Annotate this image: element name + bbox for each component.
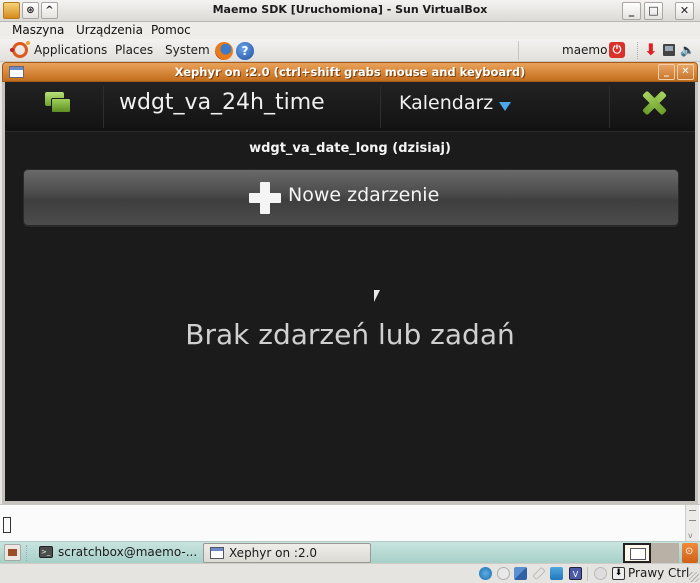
plus-icon: [249, 182, 281, 214]
scroll-down-icon[interactable]: v: [688, 531, 693, 540]
network-icon[interactable]: [663, 44, 675, 56]
show-desktop-button[interactable]: [4, 544, 21, 561]
update-notifier-icon[interactable]: ⬇: [643, 41, 659, 60]
new-event-button[interactable]: Nowe zdarzenie: [23, 169, 679, 226]
vbox-window-controls: _ □ ✕: [622, 2, 694, 20]
taskbar-item-terminal[interactable]: scratchbox@maemo-...: [33, 543, 198, 563]
shared-folders-icon[interactable]: [550, 567, 563, 580]
vbox-window-title: Maemo SDK [Uruchomiona] - Sun VirtualBox: [212, 3, 488, 16]
view-menu-button[interactable]: Kalendarz: [399, 92, 493, 114]
resize-grip[interactable]: [689, 572, 699, 582]
hard-disk-icon[interactable]: [479, 567, 492, 580]
minimize-button[interactable]: _: [622, 2, 641, 20]
workspace-switcher: [623, 543, 679, 563]
xephyr-close-button[interactable]: ✕: [677, 64, 694, 80]
workspace-2[interactable]: [651, 543, 679, 563]
date-label: wdgt_va_date_long (dzisiaj): [249, 141, 451, 156]
close-button[interactable]: ✕: [675, 2, 694, 20]
terminal-icon: [39, 543, 53, 562]
host-key-icon[interactable]: ⬇: [612, 567, 625, 580]
menu-urzadzenia[interactable]: Urządzenia: [76, 23, 143, 37]
task-label: scratchbox@maemo-...: [58, 545, 198, 559]
taskbar-handle[interactable]: [26, 545, 27, 561]
maximize-button[interactable]: □: [644, 2, 663, 20]
usb-icon[interactable]: [532, 566, 546, 581]
places-menu[interactable]: Places: [115, 43, 153, 57]
statusbar-separator: [587, 567, 588, 581]
power-icon[interactable]: ⏻: [609, 42, 625, 58]
terminal-cursor: [3, 517, 11, 533]
trash-icon[interactable]: [682, 543, 698, 563]
xephyr-window-controls: _ ✕: [658, 64, 694, 80]
menu-pomoc[interactable]: Pomoc: [151, 23, 191, 37]
network-adapter-icon[interactable]: [514, 567, 527, 580]
maemo-calendar-app: wdgt_va_24h_time Kalendarz wdgt_va_date_…: [2, 82, 698, 504]
terminal-area[interactable]: v: [0, 504, 700, 542]
help-launcher-icon[interactable]: ?: [236, 42, 254, 60]
xephyr-window: Xephyr on :2.0 (ctrl+shift grabs mouse a…: [0, 62, 700, 504]
new-event-label: Nowe zdarzenie: [288, 184, 440, 206]
firefox-launcher-icon[interactable]: [215, 42, 233, 60]
xephyr-titlebar[interactable]: Xephyr on :2.0 (ctrl+shift grabs mouse a…: [2, 62, 698, 82]
terminal-scrollbar[interactable]: v: [685, 505, 699, 542]
header-separator: [380, 86, 381, 128]
empty-state-message: Brak zdarzeń lub zadań: [185, 318, 515, 351]
mouse-integration-icon[interactable]: [594, 567, 607, 580]
header-title[interactable]: wdgt_va_24h_time: [119, 90, 325, 115]
virtualization-icon[interactable]: V: [569, 567, 582, 580]
vbox-statusbar: V ⬇ Prawy Ctrl: [0, 563, 700, 583]
menu-maszyna[interactable]: Maszyna: [12, 23, 64, 37]
workspace-1[interactable]: [623, 543, 651, 563]
scrollbar-grip[interactable]: [689, 510, 696, 521]
system-menu[interactable]: System: [165, 43, 210, 57]
host-key-label: Prawy Ctrl: [628, 566, 690, 580]
task-switcher-icon[interactable]: [45, 92, 73, 114]
mouse-cursor-icon: [374, 290, 380, 302]
cd-dvd-icon[interactable]: [497, 567, 510, 580]
xephyr-window-title: Xephyr on :2.0 (ctrl+shift grabs mouse a…: [174, 65, 526, 79]
bottom-taskbar: scratchbox@maemo-... Xephyr on :2.0 (ctr…: [0, 541, 700, 579]
panel-handle[interactable]: [637, 42, 639, 59]
volume-icon[interactable]: 🔈: [680, 43, 695, 57]
gnome-top-panel: Applications Places System ? maemo ⏻ ⬇ 🔈: [0, 39, 700, 62]
vbox-titlebar[interactable]: ⊛ ^ Maemo SDK [Uruchomiona] - Sun Virtua…: [0, 0, 700, 22]
panel-separator: [518, 41, 519, 60]
header-separator: [609, 86, 610, 128]
vbox-menubar: Maszyna Urządzenia Pomoc: [0, 22, 700, 39]
dropdown-arrow-icon[interactable]: [499, 102, 511, 111]
applications-menu[interactable]: Applications: [34, 43, 107, 57]
xephyr-minimize-button[interactable]: _: [658, 64, 675, 80]
close-app-icon[interactable]: [641, 90, 667, 116]
header-separator: [103, 86, 104, 128]
ubuntu-logo-icon[interactable]: [10, 41, 30, 58]
taskbar-item-xephyr[interactable]: Xephyr on :2.0 (ctrl+s...: [203, 543, 371, 579]
app-header: wdgt_va_24h_time Kalendarz: [5, 82, 695, 132]
window-icon: [210, 547, 224, 559]
user-name[interactable]: maemo: [562, 43, 607, 57]
